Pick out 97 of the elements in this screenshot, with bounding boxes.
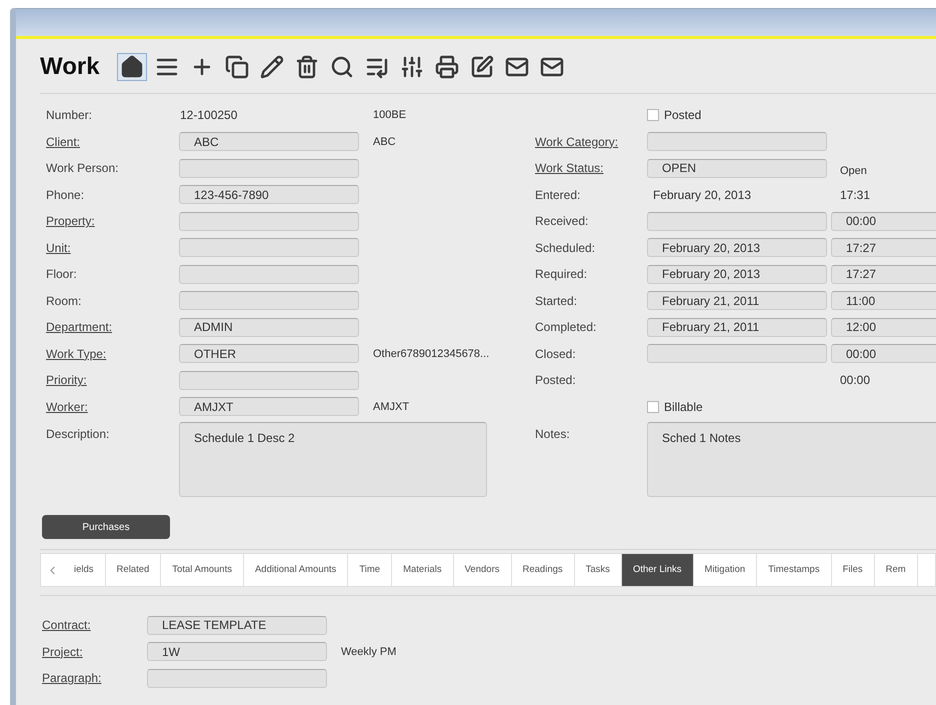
field-label: Completed: — [535, 320, 596, 334]
field-label: Room: — [46, 294, 82, 308]
field-link[interactable]: Client: — [46, 134, 80, 149]
trash-icon — [294, 55, 319, 79]
field-value: February 20, 2013 — [652, 186, 752, 204]
field-description: Other6789012345678... — [373, 346, 490, 362]
time-field[interactable]: 17:27 — [831, 238, 936, 258]
tab[interactable]: Mitigation — [694, 554, 758, 586]
input-field[interactable] — [179, 158, 359, 178]
input-field[interactable]: February 20, 2013 — [647, 238, 827, 258]
checkbox-label: Billable — [664, 398, 703, 416]
input-field[interactable]: February 21, 2011 — [647, 291, 827, 310]
field-link[interactable]: Priority: — [46, 373, 87, 388]
field-link[interactable]: Department: — [46, 320, 112, 334]
edit-square-icon — [470, 55, 494, 79]
field-link[interactable]: Work Status: — [535, 161, 604, 176]
field-value: 12-100250 — [179, 107, 238, 124]
pencil-icon — [260, 55, 284, 79]
time-field[interactable]: 17:27 — [831, 264, 936, 284]
tab[interactable]: Related — [106, 554, 162, 586]
input-field[interactable]: ADMIN — [179, 318, 359, 337]
input-field[interactable] — [179, 238, 359, 258]
purchases-button[interactable]: Purchases — [42, 515, 170, 539]
field-label: Started: — [535, 294, 578, 308]
tab[interactable]: Materials — [392, 554, 454, 586]
field-label: Required: — [535, 267, 588, 282]
field-label: Received: — [535, 214, 588, 228]
printer-icon — [434, 55, 459, 79]
field-label: Scheduled: — [535, 240, 596, 255]
tab[interactable]: Vendors — [454, 554, 512, 586]
field-link[interactable]: Work Category: — [535, 134, 618, 149]
notes-field[interactable]: Sched 1 Notes — [647, 422, 936, 497]
tab[interactable]: ields — [63, 554, 106, 586]
tab[interactable]: Time — [348, 554, 392, 586]
field-label: Description: — [46, 427, 110, 441]
field-label: Work Person: — [46, 161, 118, 176]
checkbox[interactable] — [647, 109, 659, 122]
input-field[interactable]: OTHER — [179, 344, 359, 364]
field-link[interactable]: Property: — [46, 214, 95, 228]
input-field[interactable] — [179, 370, 359, 390]
input-field[interactable] — [647, 132, 827, 152]
tab[interactable]: Rem — [874, 554, 918, 586]
tab[interactable]: Other Links — [622, 554, 694, 586]
input-field[interactable] — [179, 212, 359, 231]
field-link[interactable]: Work Type: — [46, 346, 106, 361]
input-field[interactable]: ABC — [179, 132, 359, 152]
tab[interactable]: Files — [832, 554, 875, 586]
field-label: Posted: — [535, 373, 576, 388]
time-field[interactable]: 11:00 — [831, 291, 936, 310]
field-label: Entered: — [535, 188, 580, 202]
tab[interactable]: Timestamps — [757, 554, 832, 586]
field-label: Number: — [46, 108, 92, 122]
field-label: Phone: — [46, 188, 84, 202]
time-value: 00:00 — [839, 372, 872, 390]
input-field[interactable]: LEASE TEMPLATE — [147, 616, 327, 635]
input-field[interactable] — [647, 212, 827, 231]
input-field[interactable]: OPEN — [647, 158, 827, 178]
field-label: Notes: — [535, 427, 570, 441]
input-field[interactable]: 1W — [147, 642, 327, 662]
time-field[interactable]: 00:00 — [831, 344, 936, 364]
copy-icon — [224, 55, 249, 79]
tab[interactable]: Total Amounts — [161, 554, 244, 586]
input-field[interactable]: 123-456-7890 — [179, 185, 359, 204]
field-link[interactable]: Worker: — [46, 400, 88, 414]
field-label: Closed: — [535, 346, 576, 361]
field-link[interactable]: Contract: — [42, 618, 91, 632]
input-field[interactable] — [647, 344, 827, 364]
checkbox-label: Posted — [664, 107, 702, 124]
input-field[interactable]: February 21, 2011 — [647, 318, 827, 337]
home-icon — [120, 55, 144, 79]
description-field[interactable]: Schedule 1 Desc 2 — [179, 422, 487, 497]
field-description: Weekly PM — [341, 644, 396, 660]
field-description: 100BE — [373, 108, 406, 123]
time-value: 17:31 — [839, 186, 872, 204]
field-link[interactable]: Project: — [42, 644, 83, 659]
tab[interactable]: Additional Amounts — [244, 554, 348, 586]
field-description: ABC — [373, 134, 396, 150]
input-field[interactable]: AMJXT — [179, 397, 359, 416]
sliders-icon — [400, 55, 424, 79]
input-field[interactable] — [179, 264, 359, 284]
search-icon — [330, 55, 354, 79]
mail-icon — [540, 55, 564, 79]
field-description: AMJXT — [373, 400, 410, 414]
home-button[interactable] — [116, 53, 147, 81]
tab[interactable]: Readings — [512, 554, 575, 586]
time-field[interactable]: 00:00 — [831, 212, 936, 231]
checkbox[interactable] — [647, 400, 659, 413]
time-field[interactable]: 12:00 — [831, 318, 936, 337]
input-field[interactable] — [147, 668, 327, 688]
input-field[interactable] — [179, 291, 359, 310]
field-link[interactable]: Unit: — [46, 240, 71, 255]
field-link[interactable]: Paragraph: — [42, 671, 102, 686]
status-description: Open — [840, 164, 867, 179]
input-field[interactable]: February 20, 2013 — [647, 264, 827, 284]
page-title: Work — [40, 52, 100, 82]
mail-square-icon — [504, 55, 529, 79]
field-label: Floor: — [46, 267, 77, 282]
